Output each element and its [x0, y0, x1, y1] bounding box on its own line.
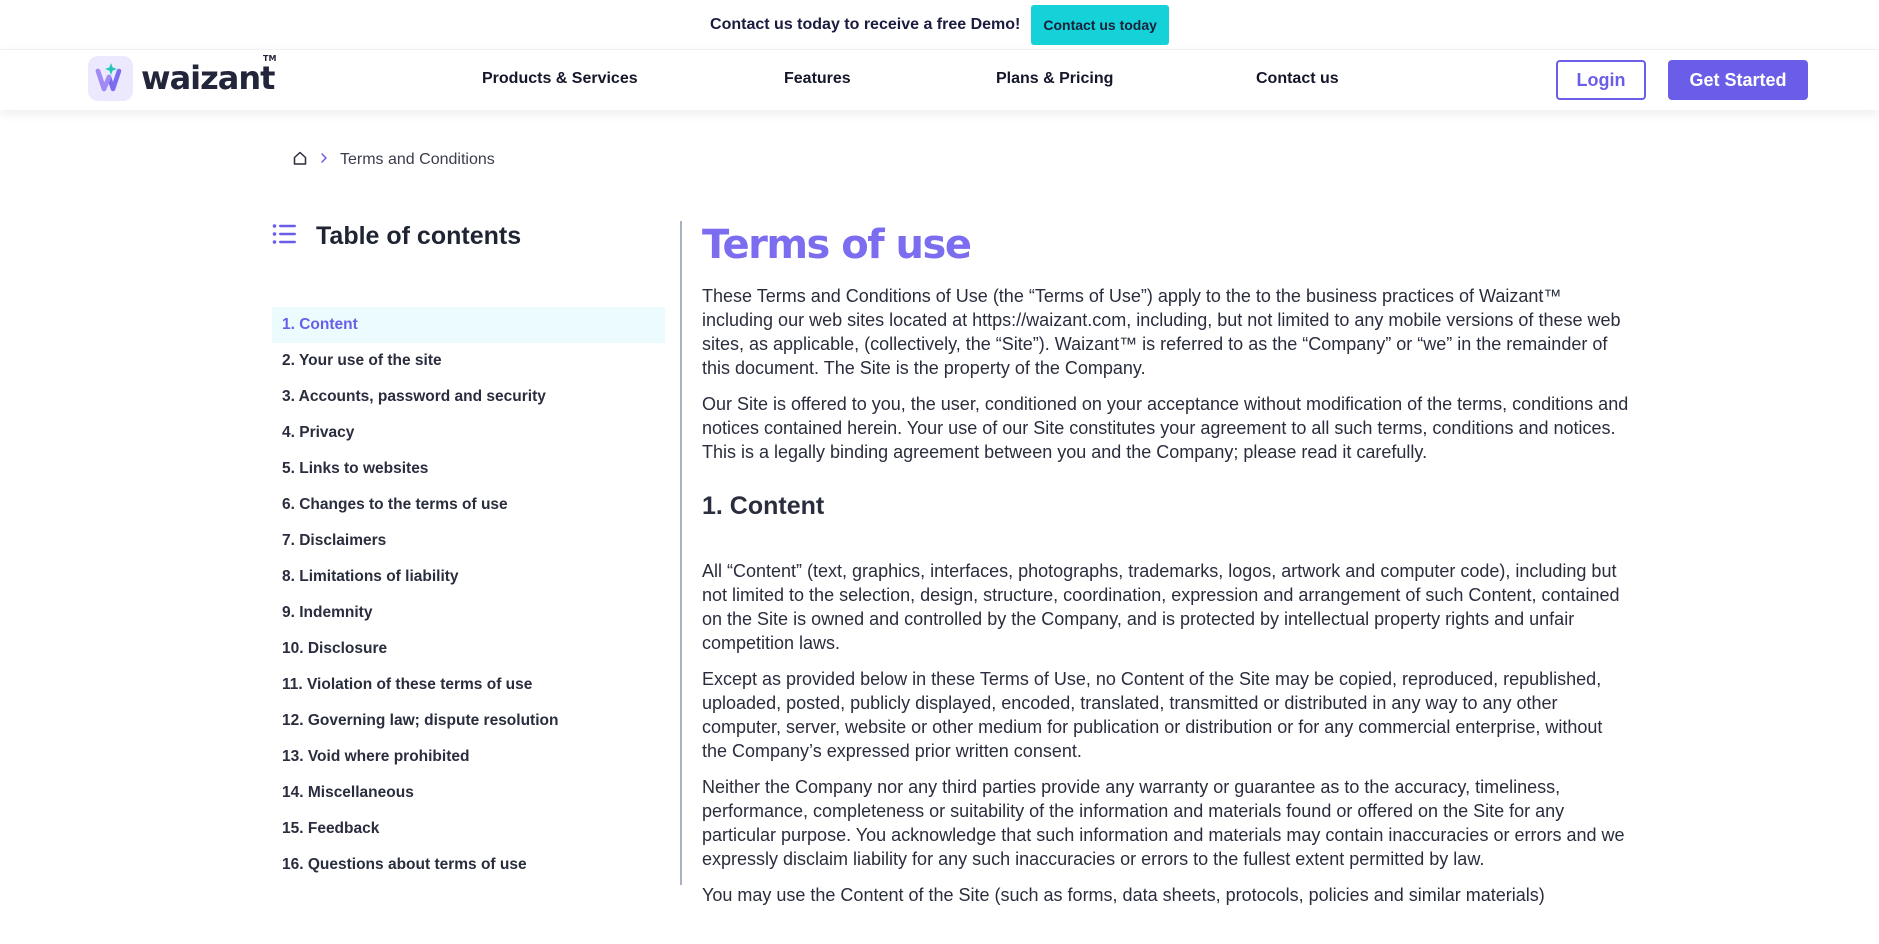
- login-button[interactable]: Login: [1556, 60, 1646, 100]
- content-paragraph: You may use the Content of the Site (suc…: [702, 885, 1545, 905]
- chevron-right-icon: [318, 151, 330, 169]
- list-icon: [272, 223, 296, 250]
- toc-item-disclosure[interactable]: 10. Disclosure: [272, 631, 665, 667]
- nav-products-services[interactable]: Products & Services: [482, 70, 638, 88]
- toc-item-changes[interactable]: 6. Changes to the terms of use: [272, 487, 665, 523]
- toc-item-feedback[interactable]: 15. Feedback: [272, 811, 665, 847]
- intro-paragraph: Our Site is offered to you, the user, co…: [702, 394, 1629, 462]
- toc-title: Table of contents: [316, 222, 522, 250]
- section-heading-content: 1. Content: [702, 492, 825, 520]
- toc-item-limitations[interactable]: 8. Limitations of liability: [272, 559, 665, 595]
- content-paragraph: Neither the Company nor any third partie…: [702, 777, 1625, 869]
- promo-banner: Contact us today to receive a free Demo!…: [0, 0, 1879, 49]
- toc-item-links[interactable]: 5. Links to websites: [272, 451, 665, 487]
- breadcrumb: Terms and Conditions: [292, 150, 495, 170]
- contact-us-today-button[interactable]: Contact us today: [1031, 4, 1169, 45]
- home-icon[interactable]: [292, 150, 308, 171]
- toc-list: 1. Content 2. Your use of the site 3. Ac…: [272, 307, 665, 883]
- content-paragraph: All “Content” (text, graphics, interface…: [702, 561, 1620, 653]
- toc-item-privacy[interactable]: 4. Privacy: [272, 415, 665, 451]
- terms-article: Terms of use These Terms and Conditions …: [702, 218, 1632, 907]
- get-started-button[interactable]: Get Started: [1668, 60, 1808, 100]
- nav-plans-pricing[interactable]: Plans & Pricing: [996, 70, 1113, 88]
- promo-text: Contact us today to receive a free Demo!: [710, 15, 1021, 33]
- toc-item-your-use[interactable]: 2. Your use of the site: [272, 343, 665, 379]
- toc-item-disclaimers[interactable]: 7. Disclaimers: [272, 523, 665, 559]
- toc-item-accounts[interactable]: 3. Accounts, password and security: [272, 379, 665, 415]
- nav-features[interactable]: Features: [784, 70, 851, 88]
- toc-item-void[interactable]: 13. Void where prohibited: [272, 739, 665, 775]
- nav-contact-us[interactable]: Contact us: [1256, 70, 1339, 88]
- toc-item-indemnity[interactable]: 9. Indemnity: [272, 595, 665, 631]
- toc-item-questions[interactable]: 16. Questions about terms of use: [272, 847, 665, 883]
- intro-paragraph: These Terms and Conditions of Use (the “…: [702, 286, 1621, 378]
- content-paragraph: Except as provided below in these Terms …: [702, 669, 1603, 761]
- breadcrumb-current: Terms and Conditions: [340, 151, 495, 168]
- toc-item-violation[interactable]: 11. Violation of these terms of use: [272, 667, 665, 703]
- toc-header: Table of contents: [272, 222, 521, 251]
- toc-item-miscellaneous[interactable]: 14. Miscellaneous: [272, 775, 665, 811]
- toc-divider: [680, 221, 682, 885]
- page-title: Terms of use: [702, 222, 972, 268]
- navbar: waizant TM Products & Services Features …: [0, 49, 1879, 110]
- toc-item-governing-law[interactable]: 12. Governing law; dispute resolution: [272, 703, 665, 739]
- toc-item-content[interactable]: 1. Content: [272, 307, 665, 343]
